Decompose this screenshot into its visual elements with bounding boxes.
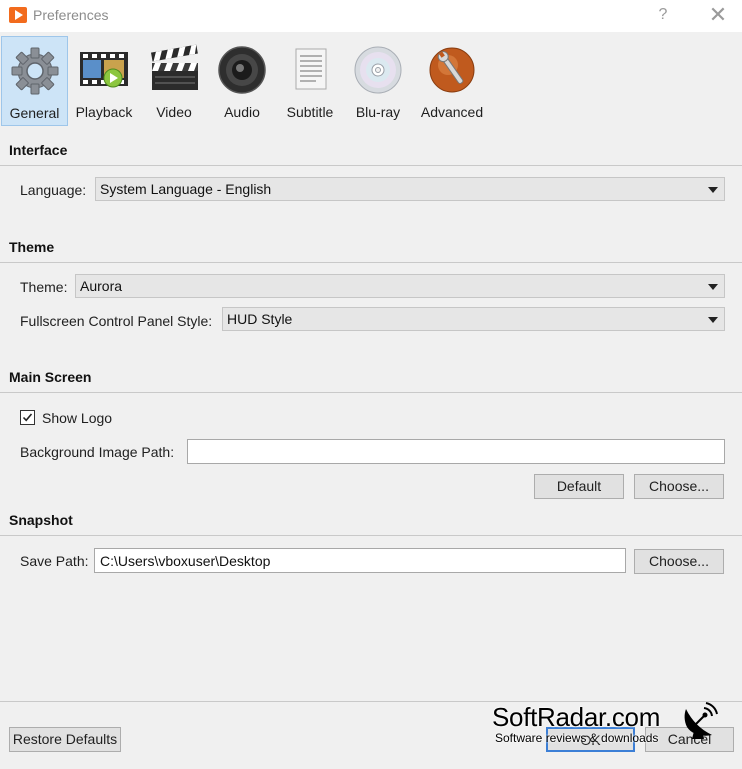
category-toolbar: General Playback Video Audio Subtitle Bl…: [0, 36, 742, 128]
tab-general[interactable]: General: [1, 36, 68, 126]
tab-bluray[interactable]: Blu-ray: [346, 36, 410, 126]
close-button[interactable]: ✕: [706, 3, 730, 27]
window-title: Preferences: [33, 7, 109, 23]
tab-playback-label: Playback: [75, 104, 133, 120]
document-icon: [295, 48, 327, 90]
tab-video-label: Video: [156, 104, 192, 120]
language-label: Language:: [20, 182, 87, 198]
restore-defaults-button[interactable]: Restore Defaults: [9, 727, 121, 752]
chevron-down-icon: [708, 284, 718, 290]
fullscreen-style-select[interactable]: HUD Style: [222, 307, 725, 331]
tab-audio[interactable]: Audio: [210, 36, 274, 126]
divider: [0, 262, 742, 263]
section-title-theme: Theme: [9, 239, 55, 255]
bg-image-path-input[interactable]: [187, 439, 725, 464]
checkmark-icon: [22, 413, 33, 422]
tab-subtitle-label: Subtitle: [286, 104, 334, 120]
clapperboard-icon: [151, 44, 198, 90]
theme-select[interactable]: Aurora: [75, 274, 725, 298]
fullscreen-style-value: HUD Style: [227, 311, 293, 327]
section-title-interface: Interface: [9, 142, 68, 158]
watermark-subtitle: Software reviews & downloads: [495, 731, 659, 745]
gear-icon: [11, 47, 58, 95]
disc-icon: [354, 46, 402, 94]
tab-subtitle[interactable]: Subtitle: [278, 36, 342, 126]
choose-save-path-button[interactable]: Choose...: [634, 549, 724, 574]
speaker-icon: [218, 46, 266, 94]
tab-video[interactable]: Video: [142, 36, 206, 126]
divider: [0, 535, 742, 536]
save-path-label: Save Path:: [20, 553, 89, 569]
watermark-title: SoftRadar.com: [492, 702, 661, 732]
tab-advanced[interactable]: Advanced: [414, 36, 490, 126]
bg-image-path-label: Background Image Path:: [20, 444, 175, 460]
save-path-input[interactable]: [94, 548, 626, 573]
chevron-down-icon: [708, 317, 718, 323]
tab-playback[interactable]: Playback: [70, 36, 138, 126]
film-strip-icon: [80, 52, 128, 88]
app-logo-icon: [9, 7, 27, 23]
show-logo-label[interactable]: Show Logo: [42, 410, 112, 426]
tab-audio-label: Audio: [224, 104, 260, 120]
language-value: System Language - English: [100, 181, 272, 197]
tab-bluray-label: Blu-ray: [355, 104, 401, 120]
softradar-watermark: SoftRadar.com Software reviews & downloa…: [490, 701, 730, 751]
divider: [0, 165, 742, 166]
tab-general-label: General: [9, 105, 60, 121]
satellite-dish-icon: [684, 702, 718, 739]
choose-bg-image-button[interactable]: Choose...: [634, 474, 724, 499]
help-button[interactable]: ?: [652, 3, 674, 27]
chevron-down-icon: [708, 187, 718, 193]
tab-advanced-label: Advanced: [420, 104, 484, 120]
section-title-snapshot: Snapshot: [9, 512, 73, 528]
divider: [0, 392, 742, 393]
title-bar: Preferences ? ✕: [0, 0, 742, 32]
language-select[interactable]: System Language - English: [95, 177, 725, 201]
theme-label: Theme:: [20, 279, 68, 295]
fullscreen-style-label: Fullscreen Control Panel Style:: [20, 313, 213, 329]
globe-wrench-icon: [429, 47, 475, 93]
theme-value: Aurora: [80, 278, 123, 294]
show-logo-checkbox[interactable]: [20, 410, 35, 425]
section-title-main-screen: Main Screen: [9, 369, 92, 385]
default-button[interactable]: Default: [534, 474, 624, 499]
